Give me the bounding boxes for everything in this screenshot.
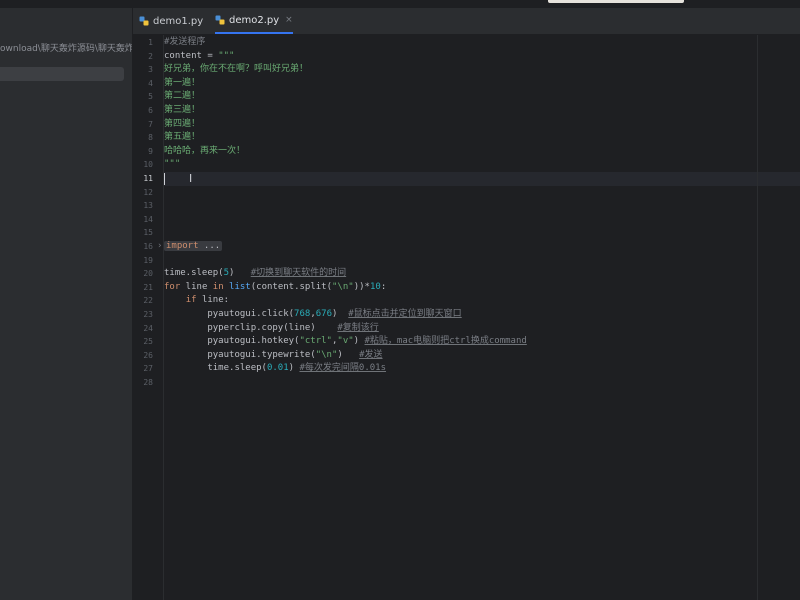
code-line[interactable]: time.sleep(5) #切换到聊天软件的时间 xyxy=(164,267,346,281)
line-number: 12 xyxy=(143,187,153,197)
code-line[interactable]: 第三遍！ xyxy=(164,104,200,118)
code-line[interactable]: """ xyxy=(164,158,180,172)
line-number: 2 xyxy=(148,51,153,61)
title-strip xyxy=(0,0,800,8)
python-file-icon xyxy=(215,15,225,25)
line-number: 11 xyxy=(143,174,153,183)
code-line[interactable]: pyautogui.click(768,676) #鼠标点击并定位到聊天窗口 xyxy=(164,308,461,322)
text-caret xyxy=(164,173,165,185)
right-margin-guide xyxy=(757,35,758,600)
line-number: 28 xyxy=(143,378,153,387)
current-line-highlight xyxy=(133,172,800,186)
line-number: 23 xyxy=(143,310,153,319)
line-number: 3 xyxy=(148,65,153,75)
line-number: 15 xyxy=(143,228,153,238)
tab-demo1[interactable]: demo1.py xyxy=(139,8,203,34)
line-number: 8 xyxy=(148,133,153,143)
project-tree-selected-item[interactable] xyxy=(0,67,124,81)
line-number: 25 xyxy=(143,337,153,347)
tab-label: demo2.py xyxy=(229,14,280,26)
line-number: 1 xyxy=(148,38,153,47)
code-line[interactable]: 哈哈哈，再来一次！ xyxy=(164,145,245,159)
line-number: 14 xyxy=(143,214,153,224)
code-line[interactable]: content = """ xyxy=(164,50,234,64)
line-number: 21 xyxy=(143,282,153,292)
line-number: 7 xyxy=(148,119,153,129)
project-panel: ownload\聊天轰炸源码\聊天轰炸源码 xyxy=(0,8,133,600)
code-line[interactable]: if line: xyxy=(164,294,229,308)
code-line[interactable]: time.sleep(0.01) #每次发完间隔0.01s xyxy=(164,362,386,376)
code-line[interactable]: for line in list(content.split("\n"))*10… xyxy=(164,281,386,295)
line-number: 27 xyxy=(143,364,153,374)
line-number-gutter: 1 2 3 4 5 6 7 8 9 10 11 12 13 14 15 16 › 19 20 21 22 23 24 25 26… xyxy=(133,35,164,600)
line-number: 4 xyxy=(148,78,153,88)
ide-window: ownload\聊天轰炸源码\聊天轰炸源码 demo1.py demo2.py … xyxy=(0,0,800,600)
python-file-icon xyxy=(139,16,149,26)
line-number: 19 xyxy=(143,255,153,265)
tab-demo2[interactable]: demo2.py × xyxy=(215,8,293,34)
code-line[interactable]: pyautogui.hotkey("ctrl","v") #粘贴，mac电脑则把… xyxy=(164,335,526,349)
code-line[interactable]: 第一遍！ xyxy=(164,77,200,91)
line-number: 26 xyxy=(143,350,153,360)
line-number: 6 xyxy=(148,106,153,115)
ibeam-cursor-icon: I xyxy=(189,172,193,185)
line-number: 22 xyxy=(143,296,153,306)
code-line[interactable]: #发送程序 xyxy=(164,36,205,50)
code-line[interactable]: 第五遍！ xyxy=(164,131,200,145)
code-line[interactable]: pyperclip.copy(line) #复制该行 xyxy=(164,322,378,336)
code-editor[interactable]: 1 2 3 4 5 6 7 8 9 10 11 12 13 14 15 16 › 19 20 21 22 23 24 25 26… xyxy=(133,35,800,600)
line-number: 13 xyxy=(143,201,153,211)
fold-chevron-icon[interactable]: › xyxy=(157,240,162,254)
line-number: 10 xyxy=(143,160,153,170)
line-number: 9 xyxy=(148,146,153,156)
close-tab-icon[interactable]: × xyxy=(285,15,293,25)
line-number: 5 xyxy=(148,92,153,102)
folded-imports[interactable]: import ... xyxy=(164,241,223,251)
editor-tab-bar: demo1.py demo2.py × xyxy=(133,8,800,35)
line-number: 20 xyxy=(143,269,153,279)
code-line[interactable]: import ... xyxy=(164,240,223,254)
code-line[interactable]: 好兄弟，你在不在啊？呼叫好兄弟！ xyxy=(164,63,308,77)
code-line[interactable]: 第四遍！ xyxy=(164,118,200,132)
code-line[interactable]: pyautogui.typewrite("\n") #发送 xyxy=(164,349,382,363)
window-preview-strip xyxy=(548,0,684,3)
line-number: 24 xyxy=(143,323,153,333)
project-path[interactable]: ownload\聊天轰炸源码\聊天轰炸源码 xyxy=(0,41,132,54)
tab-label: demo1.py xyxy=(153,15,204,27)
line-number: 16 xyxy=(143,242,153,251)
code-line[interactable]: 第二遍！ xyxy=(164,90,200,104)
